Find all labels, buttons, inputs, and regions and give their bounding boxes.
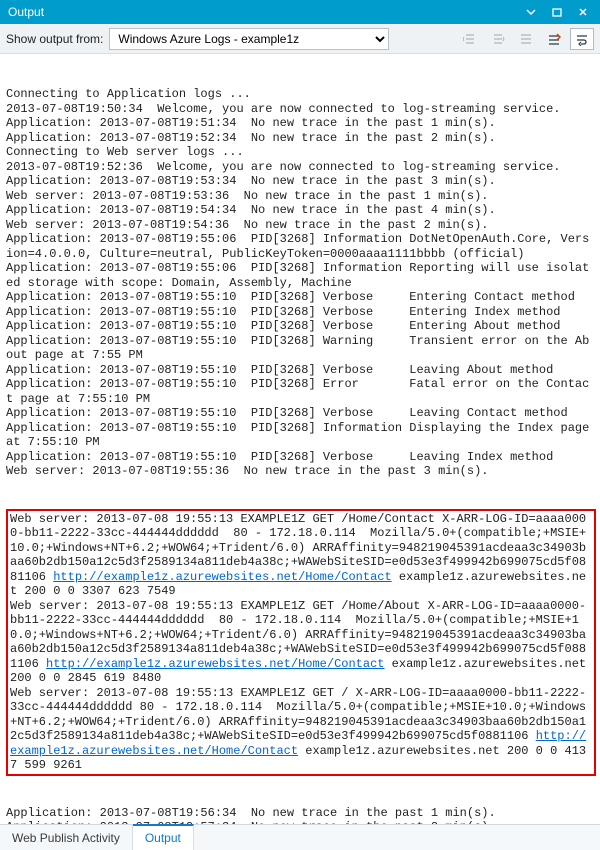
tab-output[interactable]: Output xyxy=(133,824,194,850)
log-link[interactable]: http:// xyxy=(536,729,586,743)
log-entry: Web server: 2013-07-08 19:55:13 EXAMPLE1… xyxy=(10,512,592,599)
align-icon xyxy=(514,28,538,50)
output-log[interactable]: Connecting to Application logs ... 2013-… xyxy=(0,54,600,824)
log-lines-post: Application: 2013-07-08T19:56:34 No new … xyxy=(6,806,596,825)
indent-left-icon xyxy=(458,28,482,50)
window-title: Output xyxy=(8,5,518,19)
footer-tabs: Web Publish Activity Output xyxy=(0,824,600,850)
log-link[interactable]: example1z.azurewebsites.net/Home/Contact xyxy=(104,570,392,584)
log-link[interactable]: example1z.azurewebsites.net/Home/Contact xyxy=(10,744,298,758)
show-output-label: Show output from: xyxy=(6,32,103,46)
window-maximize-button[interactable] xyxy=(544,2,570,22)
titlebar: Output xyxy=(0,0,600,24)
log-link[interactable]: example1z.azurewebsites.net/Home/Contact xyxy=(96,657,384,671)
window-dropdown-button[interactable] xyxy=(518,2,544,22)
toggle-word-wrap-icon[interactable] xyxy=(570,28,594,50)
indent-right-icon xyxy=(486,28,510,50)
log-text: Web server: 2013-07-08 19:55:13 EXAMPLE1… xyxy=(10,686,586,744)
window-close-button[interactable] xyxy=(570,2,596,22)
highlighted-log-block: Web server: 2013-07-08 19:55:13 EXAMPLE1… xyxy=(6,509,596,776)
log-link[interactable]: http:// xyxy=(53,570,103,584)
clear-all-icon[interactable] xyxy=(542,28,566,50)
log-entry: Web server: 2013-07-08 19:55:13 EXAMPLE1… xyxy=(10,599,592,686)
log-link[interactable]: http:// xyxy=(46,657,96,671)
output-toolbar: Show output from: Windows Azure Logs - e… xyxy=(0,24,600,54)
log-lines-pre: Connecting to Application logs ... 2013-… xyxy=(6,87,596,479)
tab-web-publish-activity[interactable]: Web Publish Activity xyxy=(0,825,133,850)
output-source-select[interactable]: Windows Azure Logs - example1z xyxy=(109,28,389,50)
log-entry: Web server: 2013-07-08 19:55:13 EXAMPLE1… xyxy=(10,686,592,773)
